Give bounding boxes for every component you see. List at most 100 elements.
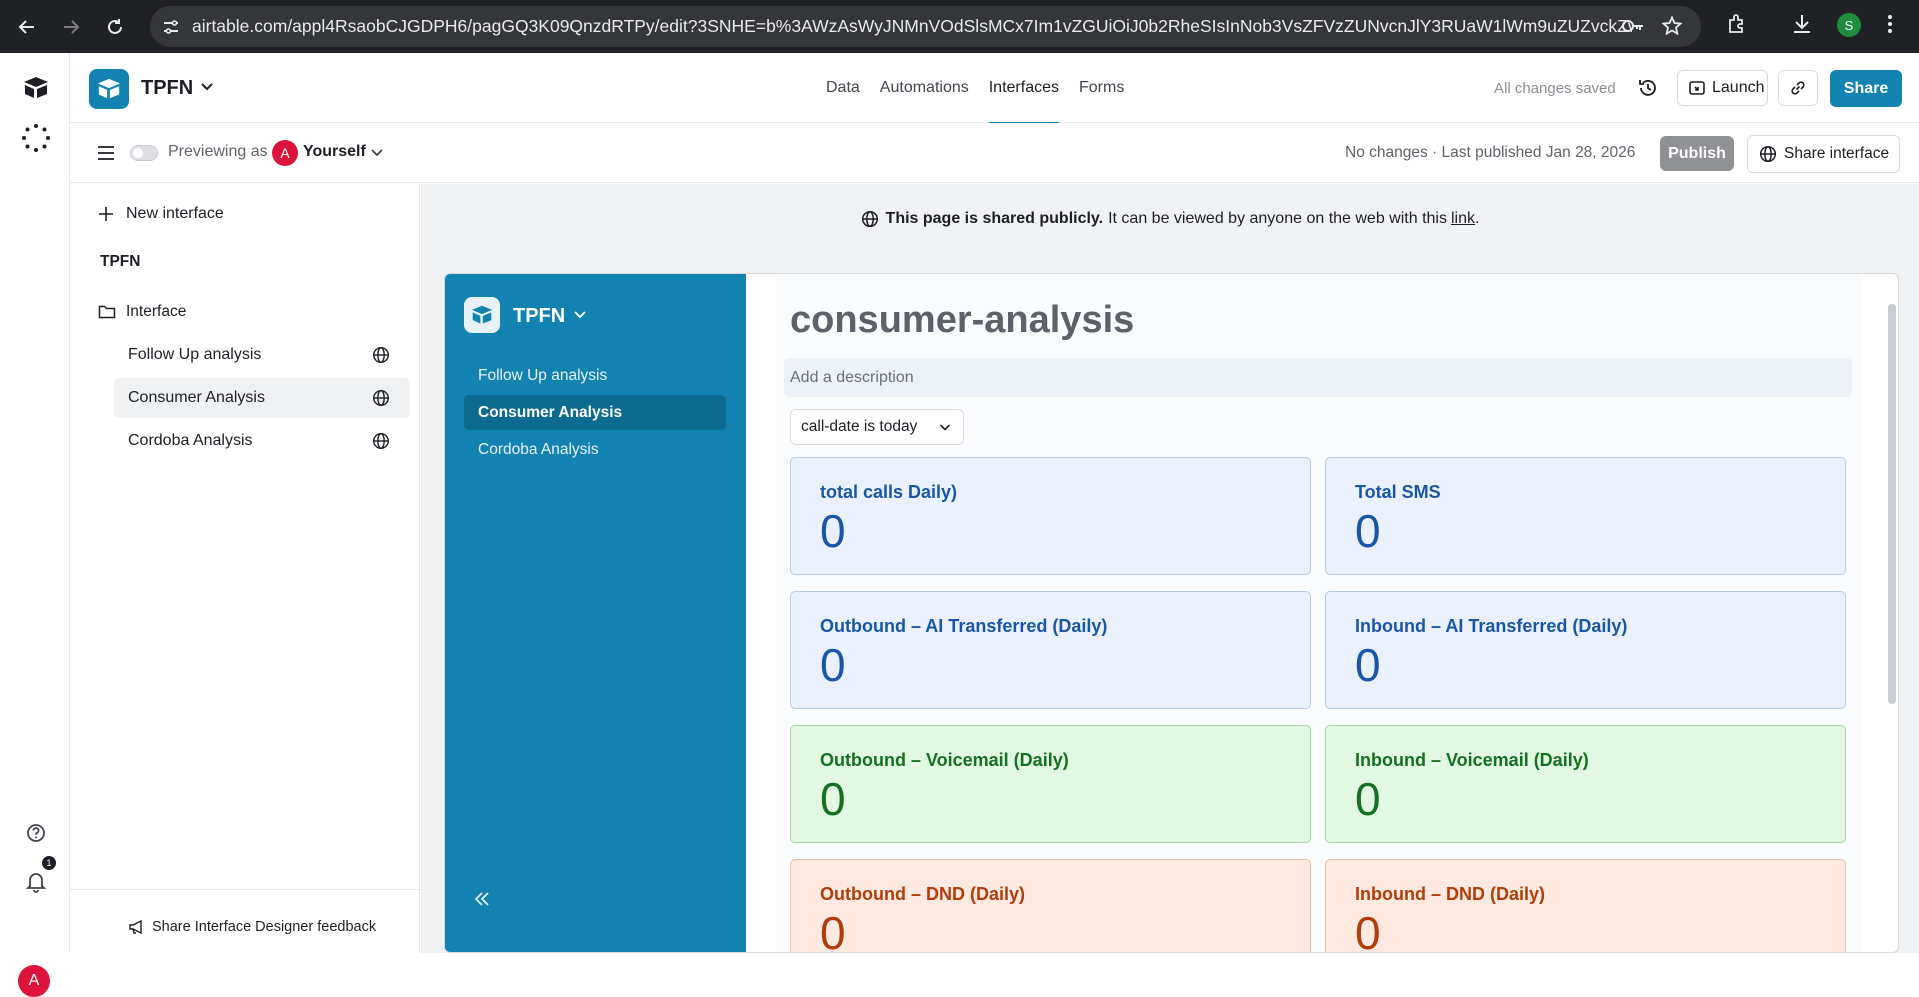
link-icon	[1791, 81, 1805, 95]
banner-text: It can be viewed by anyone on the web wi…	[1108, 210, 1447, 227]
metric-value: 0	[820, 773, 846, 825]
megaphone-icon	[129, 919, 142, 935]
metric-card-outbound-ai[interactable]: Outbound – AI Transferred (Daily) 0	[790, 591, 1311, 709]
page-label: Cordoba Analysis	[128, 432, 253, 449]
metric-title: Outbound – Voicemail (Daily)	[820, 750, 1069, 770]
interface-app-name[interactable]: TPFN	[513, 305, 565, 328]
copy-link-button[interactable]	[1778, 70, 1818, 106]
app-rail: 1 A	[0, 53, 70, 997]
publish-status: No changes · Last published Jan 28, 2026	[1345, 144, 1636, 161]
metric-title: total calls Daily)	[820, 482, 958, 502]
password-key-icon[interactable]	[1621, 16, 1645, 36]
base-name[interactable]: TPFN	[141, 77, 193, 100]
chevron-down-icon[interactable]	[370, 148, 384, 158]
metric-card-total-calls[interactable]: total calls Daily) 0	[790, 457, 1311, 575]
new-interface-button[interactable]: New interface	[98, 205, 224, 223]
metric-title: Inbound – AI Transferred (Daily)	[1355, 616, 1628, 636]
public-share-banner: This page is shared publicly. It can be …	[421, 184, 1919, 254]
interface-nav-consumer-analysis[interactable]: Consumer Analysis	[464, 395, 726, 430]
notifications-bell-icon[interactable]	[26, 871, 46, 893]
back-button[interactable]	[12, 12, 42, 42]
interface-preview-frame: TPFN Follow Up analysis Consumer Analysi…	[444, 273, 1899, 953]
omni-loading-icon[interactable]	[22, 124, 50, 152]
date-filter[interactable]: call-date is today	[790, 409, 964, 445]
metric-card-total-sms[interactable]: Total SMS 0	[1325, 457, 1846, 575]
url-text[interactable]: airtable.com/appl4RsaobCJGDPH6/pagGQ3K09…	[192, 16, 1632, 37]
banner-link[interactable]: link	[1451, 210, 1475, 228]
metric-title: Total SMS	[1355, 482, 1441, 502]
profile-avatar[interactable]: S	[1837, 13, 1861, 37]
page-label: Consumer Analysis	[128, 389, 265, 406]
bookmark-star-icon[interactable]	[1662, 16, 1682, 36]
filter-label: call-date is today	[801, 418, 918, 435]
publish-button[interactable]: Publish	[1660, 136, 1734, 171]
banner-end: .	[1474, 210, 1480, 227]
interface-nav-cordoba[interactable]: Cordoba Analysis	[464, 432, 726, 467]
browser-menu-icon[interactable]	[1886, 12, 1894, 36]
interface-sidebar: New interface TPFN Interface Follow Up a…	[70, 183, 420, 953]
top-nav-tabs: Data Automations Interfaces Forms	[826, 53, 1144, 124]
share-interface-label: Share interface	[1784, 145, 1890, 162]
interface-nav-follow-up[interactable]: Follow Up analysis	[464, 358, 726, 393]
launch-button[interactable]: Launch	[1677, 70, 1768, 106]
folder-label: Interface	[126, 303, 187, 320]
sidebar-page-follow-up[interactable]: Follow Up analysis	[114, 335, 410, 375]
globe-icon	[372, 389, 390, 407]
preview-toggle[interactable]	[130, 145, 158, 161]
metric-title: Outbound – DND (Daily)	[820, 884, 1025, 904]
metric-card-outbound-dnd[interactable]: Outbound – DND (Daily) 0	[790, 859, 1311, 953]
notification-badge: 1	[42, 856, 56, 870]
tab-automations[interactable]: Automations	[880, 53, 969, 123]
page-content: consumer-analysis Add a description call…	[776, 274, 1861, 953]
reload-button[interactable]	[100, 12, 130, 42]
sidebar-folder-interface[interactable]: Interface	[98, 303, 186, 321]
interface-canvas: This page is shared publicly. It can be …	[421, 184, 1919, 953]
page-label: Follow Up analysis	[128, 346, 262, 363]
globe-icon	[861, 210, 878, 228]
metric-value: 0	[820, 907, 846, 953]
share-button[interactable]: Share	[1830, 70, 1902, 107]
extensions-icon[interactable]	[1725, 12, 1749, 36]
base-cube-icon	[97, 78, 121, 99]
browser-toolbar: airtable.com/appl4RsaobCJGDPH6/pagGQ3K09…	[0, 0, 1919, 53]
account-avatar[interactable]: A	[18, 965, 50, 997]
interface-app-logo[interactable]	[464, 297, 500, 333]
description-field[interactable]: Add a description	[784, 358, 1852, 397]
reload-icon	[108, 18, 122, 34]
page-title[interactable]: consumer-analysis	[790, 299, 1134, 342]
feedback-button[interactable]: Share Interface Designer feedback	[128, 919, 376, 935]
collapse-sidebar-icon[interactable]	[473, 891, 491, 907]
canvas-scrollbar[interactable]	[1888, 304, 1896, 704]
airtable-logo-icon[interactable]	[22, 75, 50, 101]
sidebar-page-cordoba[interactable]: Cordoba Analysis	[114, 421, 410, 461]
folder-icon	[98, 305, 116, 319]
metric-card-outbound-voicemail[interactable]: Outbound – Voicemail (Daily) 0	[790, 725, 1311, 843]
download-icon[interactable]	[1790, 12, 1814, 36]
chevron-down-icon[interactable]	[573, 310, 587, 320]
metric-card-inbound-voicemail[interactable]: Inbound – Voicemail (Daily) 0	[1325, 725, 1846, 843]
base-logo[interactable]	[89, 69, 129, 109]
revision-history-icon[interactable]	[1638, 78, 1658, 98]
metric-value: 0	[820, 639, 846, 691]
address-bar[interactable]: airtable.com/appl4RsaobCJGDPH6/pagGQ3K09…	[150, 6, 1701, 47]
metric-title: Inbound – DND (Daily)	[1355, 884, 1545, 904]
chevron-down-icon[interactable]	[200, 82, 214, 92]
metric-value: 0	[820, 505, 846, 557]
sidebar-page-consumer-analysis[interactable]: Consumer Analysis	[114, 378, 410, 418]
hamburger-menu-icon[interactable]	[97, 146, 115, 160]
tab-interfaces[interactable]: Interfaces	[988, 53, 1060, 124]
forward-button[interactable]	[56, 12, 86, 42]
metric-card-inbound-dnd[interactable]: Inbound – DND (Daily) 0	[1325, 859, 1846, 952]
tab-forms[interactable]: Forms	[1079, 53, 1124, 123]
sidebar-divider	[70, 889, 420, 890]
metric-value: 0	[1355, 639, 1381, 691]
tab-data[interactable]: Data	[826, 53, 860, 123]
interface-app-sidebar: TPFN Follow Up analysis Consumer Analysi…	[445, 274, 746, 952]
preview-user-name[interactable]: Yourself	[303, 143, 366, 161]
preview-user-avatar[interactable]: A	[272, 140, 298, 166]
share-interface-button[interactable]: Share interface	[1747, 135, 1900, 173]
metric-value: 0	[1355, 773, 1381, 825]
metric-card-inbound-ai[interactable]: Inbound – AI Transferred (Daily) 0	[1325, 591, 1846, 709]
help-icon[interactable]	[26, 823, 46, 843]
app-header: TPFN Data Automations Interfaces Forms A…	[70, 53, 1919, 124]
